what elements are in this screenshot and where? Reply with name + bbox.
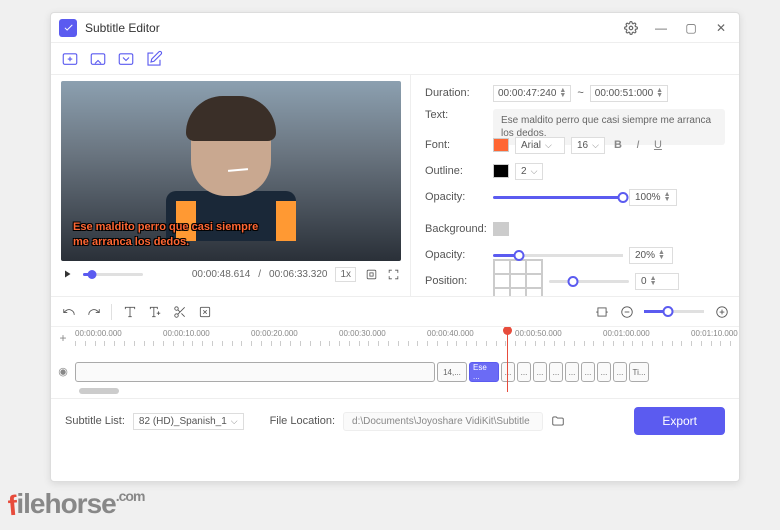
- cut-icon[interactable]: [172, 304, 187, 319]
- timeline-clip[interactable]: 14,...: [437, 362, 467, 382]
- opacity-slider[interactable]: [493, 196, 623, 199]
- subtitle-list-select[interactable]: 82 (HD)_Spanish_1: [133, 413, 244, 430]
- main-area: Ese maldito perro que casi siempre me ar…: [51, 75, 739, 297]
- playhead[interactable]: [507, 327, 508, 392]
- titlebar: Subtitle Editor — ▢ ✕: [51, 13, 739, 43]
- zoom-slider[interactable]: [644, 310, 704, 313]
- subtitle-list-label: Subtitle List:: [65, 415, 125, 427]
- outline-label: Outline:: [425, 165, 487, 177]
- timeline-clip[interactable]: Ese ...: [469, 362, 499, 382]
- timeline-ruler[interactable]: 00:00:00.000 00:00:10.000 00:00:20.000 00:0…: [75, 327, 739, 351]
- ruler-label: 00:01:10.000: [691, 329, 738, 338]
- zoom-out-icon[interactable]: [619, 304, 634, 319]
- add-text-icon[interactable]: [122, 304, 137, 319]
- duration-end-input[interactable]: 00:00:51:000▲▼: [590, 85, 668, 102]
- opacity-label: Opacity:: [425, 191, 487, 203]
- redo-icon[interactable]: [86, 304, 101, 319]
- speed-selector[interactable]: 1x: [335, 267, 356, 282]
- timeline: + ◉ 00:00:00.000 00:00:10.000 00:00:20.000…: [51, 327, 739, 399]
- font-family-select[interactable]: Arial: [515, 137, 565, 154]
- export-button[interactable]: Export: [634, 407, 725, 435]
- close-button[interactable]: ✕: [711, 18, 731, 38]
- app-icon: [59, 19, 77, 37]
- video-preview[interactable]: Ese maldito perro que casi siempre me ar…: [61, 81, 401, 261]
- subtitle-overlay: Ese maldito perro que casi siempre me ar…: [73, 220, 258, 249]
- delete-icon[interactable]: [197, 304, 212, 319]
- duration-label: Duration:: [425, 87, 487, 99]
- timeline-clip[interactable]: [75, 362, 435, 382]
- timeline-clip[interactable]: ...: [581, 362, 595, 382]
- file-location-label: File Location:: [270, 415, 335, 427]
- background-color-swatch[interactable]: [493, 222, 509, 236]
- underline-button[interactable]: U: [651, 139, 665, 151]
- font-label: Font:: [425, 139, 487, 151]
- import-video-icon[interactable]: [61, 50, 79, 68]
- snapshot-icon[interactable]: [364, 268, 378, 282]
- position-input[interactable]: 0▲▼: [635, 273, 679, 290]
- import-subtitle-icon[interactable]: [89, 50, 107, 68]
- progress-slider[interactable]: [83, 273, 143, 276]
- maximize-button[interactable]: ▢: [681, 18, 701, 38]
- ruler-label: 00:00:10.000: [163, 329, 210, 338]
- file-location-input[interactable]: d:\Documents\Joyoshare VidiKit\Subtitle: [343, 412, 543, 431]
- background-label: Background:: [425, 223, 487, 235]
- undo-icon[interactable]: [61, 304, 76, 319]
- playback-bar: 00:00:48.614 / 00:06:33.320 1x: [61, 267, 400, 282]
- horizontal-scrollbar[interactable]: [79, 388, 119, 394]
- bold-button[interactable]: B: [611, 139, 625, 151]
- play-button[interactable]: [61, 268, 75, 282]
- video-panel: Ese maldito perro que casi siempre me ar…: [51, 75, 411, 296]
- fit-icon[interactable]: [594, 304, 609, 319]
- timeline-clip[interactable]: ...: [533, 362, 547, 382]
- toolbar: [51, 43, 739, 75]
- ruler-label: 00:00:50.000: [515, 329, 562, 338]
- font-size-select[interactable]: 16: [571, 137, 605, 154]
- ruler-label: 00:01:00.000: [603, 329, 650, 338]
- outline-color-swatch[interactable]: [493, 164, 509, 178]
- ruler-label: 00:00:30.000: [339, 329, 386, 338]
- add-track-icon[interactable]: +: [59, 331, 66, 345]
- outline-size-select[interactable]: 2: [515, 163, 543, 180]
- timeline-clip[interactable]: ...: [613, 362, 627, 382]
- watermark: filehorse.com: [8, 488, 144, 520]
- export-subtitle-icon[interactable]: [117, 50, 135, 68]
- bg-opacity-input[interactable]: 20%▲▼: [629, 247, 673, 264]
- minimize-button[interactable]: —: [651, 18, 671, 38]
- add-plus-icon[interactable]: [147, 304, 162, 319]
- opacity-input[interactable]: 100%▲▼: [629, 189, 677, 206]
- position-slider[interactable]: [549, 280, 629, 283]
- duration-start-input[interactable]: 00:00:47:240▲▼: [493, 85, 571, 102]
- footer: Subtitle List: 82 (HD)_Spanish_1 File Lo…: [51, 399, 739, 443]
- app-window: Subtitle Editor — ▢ ✕ Ese maldito perro …: [50, 12, 740, 482]
- current-time: 00:00:48.614: [192, 269, 250, 280]
- ruler-label: 00:00:20.000: [251, 329, 298, 338]
- ruler-label: 00:00:40.000: [427, 329, 474, 338]
- visibility-icon[interactable]: ◉: [58, 365, 68, 378]
- italic-button[interactable]: I: [631, 139, 645, 151]
- position-grid[interactable]: [493, 259, 543, 296]
- position-label: Position:: [425, 275, 487, 287]
- properties-panel: Duration: 00:00:47:240▲▼ ~ 00:00:51:000▲…: [411, 75, 739, 296]
- timeline-clip[interactable]: Ti...: [629, 362, 649, 382]
- font-color-swatch[interactable]: [493, 138, 509, 152]
- total-time: 00:06:33.320: [269, 269, 327, 280]
- timeline-clip[interactable]: ...: [597, 362, 611, 382]
- fullscreen-icon[interactable]: [386, 268, 400, 282]
- timeline-clip[interactable]: ...: [501, 362, 515, 382]
- timeline-body[interactable]: 00:00:00.000 00:00:10.000 00:00:20.000 00:0…: [75, 327, 739, 398]
- settings-icon[interactable]: [621, 18, 641, 38]
- timeline-toolbar: [51, 297, 739, 327]
- ruler-label: 00:00:00.000: [75, 329, 122, 338]
- browse-folder-icon[interactable]: [551, 414, 565, 428]
- text-label: Text:: [425, 109, 487, 121]
- timeline-clip[interactable]: ...: [565, 362, 579, 382]
- bg-opacity-slider[interactable]: [493, 254, 623, 257]
- zoom-in-icon[interactable]: [714, 304, 729, 319]
- bg-opacity-label: Opacity:: [425, 249, 487, 261]
- edit-icon[interactable]: [145, 50, 163, 68]
- timeline-clip[interactable]: ...: [549, 362, 563, 382]
- window-title: Subtitle Editor: [85, 21, 621, 35]
- subtitle-track[interactable]: 14,...Ese ...........................Ti.…: [75, 361, 729, 383]
- timeline-clip[interactable]: ...: [517, 362, 531, 382]
